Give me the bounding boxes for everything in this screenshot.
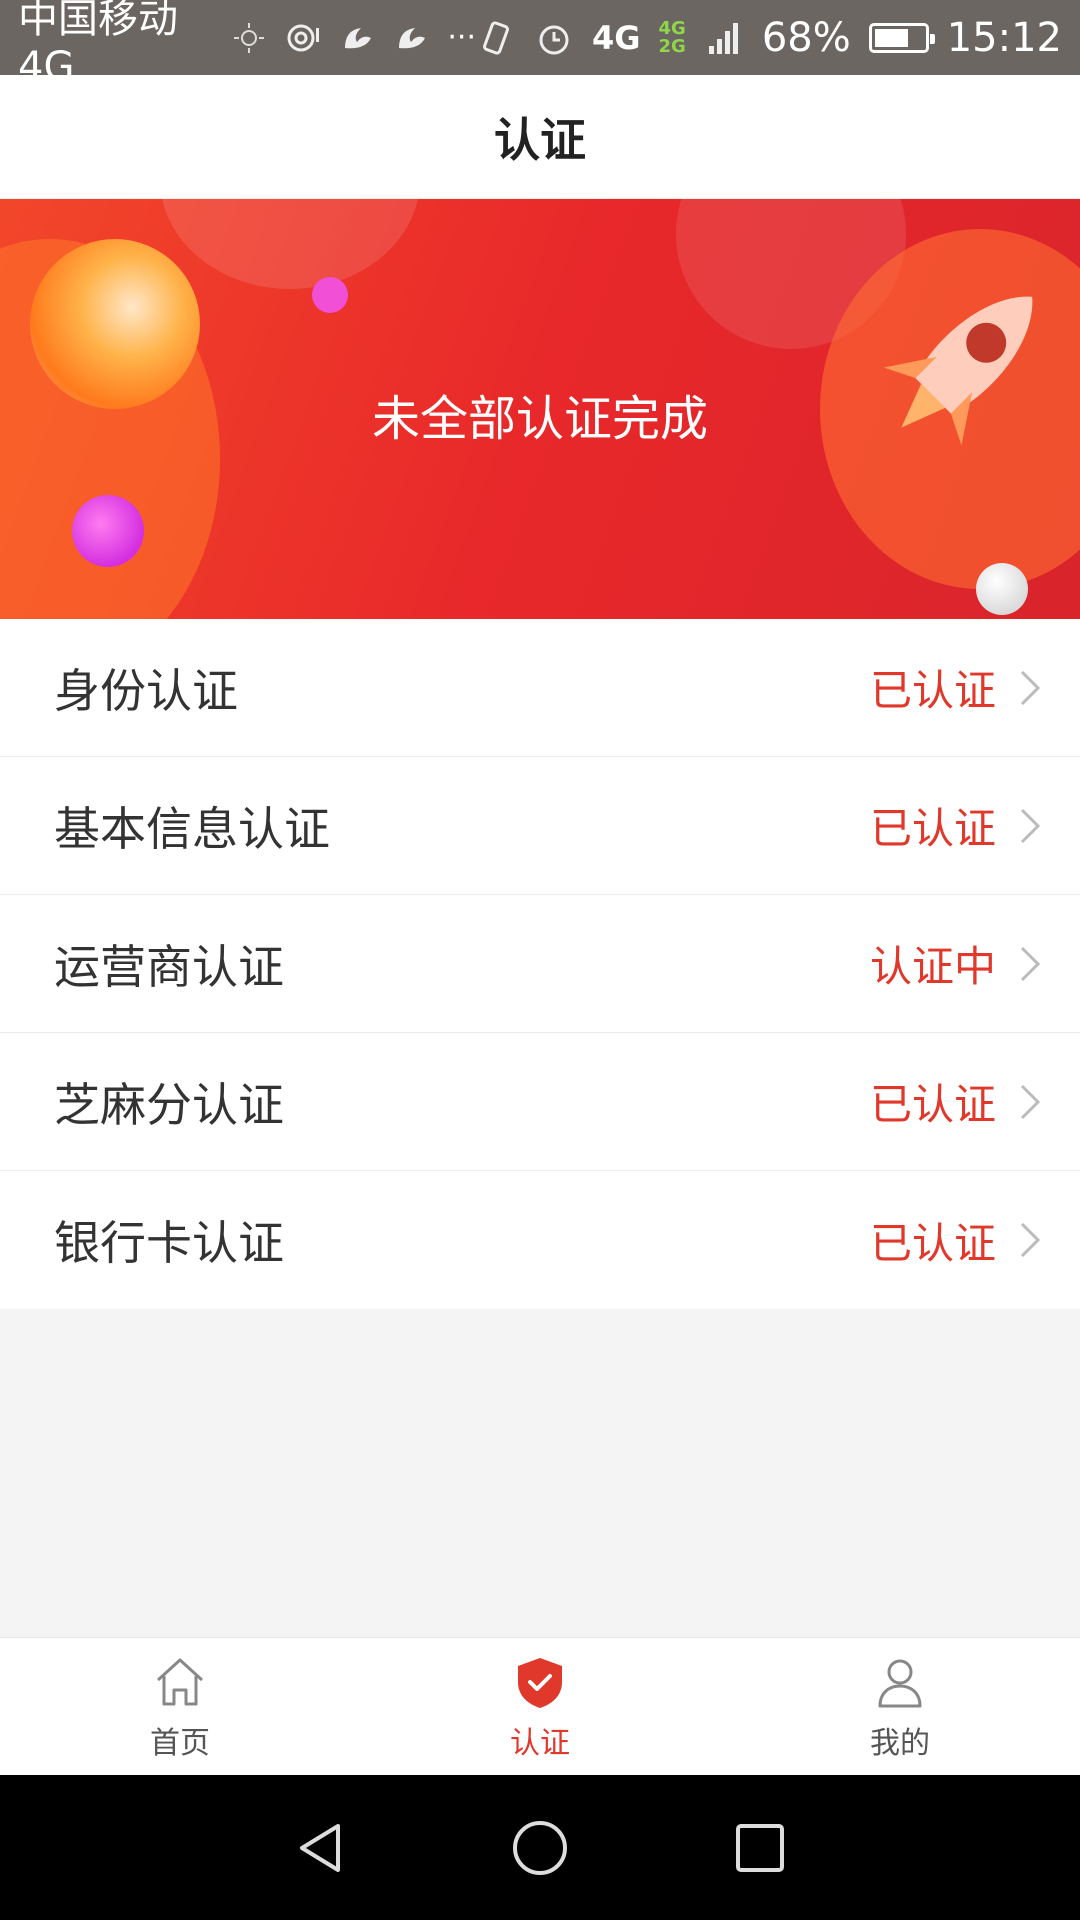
battery-percent: 68% (761, 14, 851, 61)
auth-item-right: 已认证 (870, 657, 1044, 718)
banner-decoration (312, 277, 348, 313)
auth-status: 已认证 (869, 666, 996, 715)
network-type: 4G (591, 18, 641, 57)
auth-item-sesame[interactable]: 芝麻分认证 已认证 (0, 1033, 1080, 1171)
auth-item-label: 身份认证 (54, 663, 238, 718)
tab-label: 我的 (870, 1725, 930, 1761)
app-header: 认证 (0, 75, 1080, 199)
auth-status: 认证中 (869, 942, 996, 991)
status-bar: 中国移动4G ··· 4G 4G 2G 68% 15:12 (0, 0, 1080, 90)
battery-icon (868, 22, 935, 53)
more-notifications: ··· (447, 20, 476, 55)
auth-item-right: 认证中 (870, 933, 1044, 994)
uc-icon (339, 18, 375, 58)
auth-item-identity[interactable]: 身份认证 已认证 (0, 619, 1080, 757)
status-banner: 未全部认证完成 (0, 199, 1080, 619)
uc-icon (393, 18, 429, 58)
system-nav-bar (0, 1775, 1080, 1920)
auth-list: 身份认证 已认证 基本信息认证 已认证 运营商认证 认证中 芝麻分认证 已认证 … (0, 619, 1080, 1309)
user-icon (878, 1659, 922, 1707)
auth-item-label: 运营商认证 (54, 939, 284, 994)
page-title: 认证 (494, 112, 586, 167)
auth-item-carrier[interactable]: 运营商认证 认证中 (0, 895, 1080, 1033)
brightness-icon (231, 18, 267, 58)
shield-check-icon (518, 1657, 562, 1708)
dual-network-badge: 4G 2G (658, 17, 686, 57)
banner-decoration (72, 495, 144, 567)
bottom-tab-bar: 首页 认证 我的 (0, 1637, 1080, 1775)
banner-decoration (160, 199, 420, 289)
home-button[interactable] (505, 1813, 575, 1883)
auth-item-right: 已认证 (870, 1210, 1044, 1271)
recents-button[interactable] (725, 1813, 795, 1883)
tab-label: 认证 (510, 1725, 570, 1761)
chevron-right-icon (1020, 808, 1041, 843)
chevron-right-icon (1020, 946, 1041, 981)
auth-item-right: 已认证 (870, 795, 1044, 856)
chevron-right-icon (1020, 1084, 1041, 1119)
vibrate-icon (476, 18, 516, 58)
signal-icon (704, 18, 744, 58)
auth-item-right: 已认证 (870, 1071, 1044, 1132)
banner-decoration (976, 563, 1028, 615)
tab-auth[interactable]: 认证 (390, 1652, 690, 1762)
auth-item-label: 基本信息认证 (54, 801, 330, 856)
alarm-icon (534, 18, 574, 58)
chevron-right-icon (1020, 1222, 1041, 1258)
network-badge-bottom: 2G (658, 35, 686, 57)
auth-item-basic-info[interactable]: 基本信息认证 已认证 (0, 757, 1080, 895)
auth-status: 已认证 (869, 1218, 996, 1268)
home-circle-icon (513, 1820, 567, 1875)
clock: 15:12 (946, 14, 1062, 61)
location-icon (285, 18, 321, 58)
back-triangle-icon (300, 1823, 340, 1872)
recents-square-icon (736, 1823, 784, 1872)
tab-mine[interactable]: 我的 (750, 1652, 1050, 1762)
auth-status: 已认证 (869, 804, 996, 853)
back-button[interactable] (285, 1813, 355, 1883)
battery-level (874, 28, 908, 47)
auth-status: 已认证 (869, 1080, 996, 1129)
tab-label: 首页 (150, 1725, 210, 1761)
banner-title: 未全部认证完成 (371, 391, 708, 447)
chevron-right-icon (1020, 670, 1041, 705)
home-icon (156, 1658, 204, 1705)
network-badge-top: 4G (658, 17, 686, 39)
tab-home[interactable]: 首页 (30, 1652, 330, 1762)
auth-item-bank-card[interactable]: 银行卡认证 已认证 (0, 1171, 1080, 1309)
auth-item-label: 芝麻分认证 (54, 1077, 284, 1132)
auth-item-label: 银行卡认证 (54, 1216, 284, 1270)
status-right: 4G 4G 2G 68% 15:12 (476, 15, 1062, 61)
